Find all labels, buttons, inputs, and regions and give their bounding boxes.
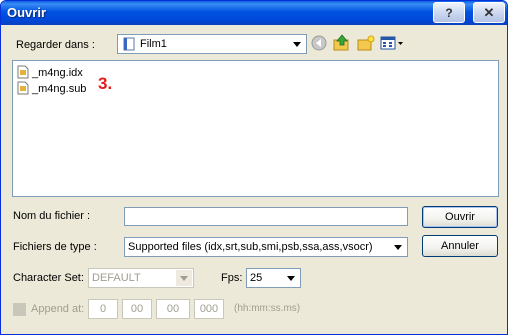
append-format-hint: (hh:mm:ss.ms): [234, 303, 301, 314]
up-folder-icon[interactable]: [332, 33, 352, 53]
list-item[interactable]: _m4ng.idx: [17, 65, 83, 81]
charset-value: DEFAULT: [92, 272, 141, 284]
filetype-value: Supported files (idx,srt,sub,smi,psb,ssa…: [128, 241, 373, 253]
append-minutes-field: 00: [122, 299, 152, 319]
charset-label: Character Set:: [13, 272, 84, 284]
look-in-dropdown[interactable]: Film1: [117, 34, 307, 54]
back-icon[interactable]: [309, 33, 329, 53]
file-icon: [17, 65, 29, 82]
file-list[interactable]: _m4ng.idx _m4ng.sub 3.: [12, 60, 499, 197]
file-name: _m4ng.sub: [32, 83, 87, 95]
filetype-label: Fichiers de type :: [13, 241, 97, 253]
fps-label: Fps:: [221, 272, 243, 284]
chevron-down-icon[interactable]: [289, 36, 305, 52]
look-in-value: Film1: [140, 38, 167, 50]
append-ms-field: 000: [194, 299, 224, 319]
open-button[interactable]: Ouvrir: [422, 206, 498, 228]
close-button[interactable]: ✕: [473, 2, 505, 23]
filename-input[interactable]: [124, 207, 408, 226]
look-in-label: Regarder dans :: [16, 39, 95, 51]
cancel-button[interactable]: Annuler: [422, 235, 498, 257]
fps-value: 25: [250, 272, 263, 284]
fps-dropdown[interactable]: 25: [246, 268, 301, 288]
append-seconds-field: 00: [156, 299, 190, 319]
filetype-dropdown[interactable]: Supported files (idx,srt,sub,smi,psb,ssa…: [124, 237, 408, 257]
annotation-label: 3.: [98, 74, 113, 93]
file-icon: [17, 81, 29, 98]
file-name: _m4ng.idx: [32, 67, 83, 79]
window-title: Ouvrir: [7, 5, 47, 20]
view-menu-icon[interactable]: [379, 33, 405, 53]
append-label: Append at:: [31, 303, 85, 315]
append-checkbox[interactable]: [13, 303, 26, 316]
chevron-down-icon[interactable]: [283, 270, 299, 286]
folder-icon: [122, 37, 136, 54]
charset-dropdown: DEFAULT: [88, 268, 194, 288]
new-folder-icon[interactable]: [356, 33, 376, 53]
append-hours-field: 0: [88, 299, 118, 319]
open-file-dialog: Ouvrir ? ✕ Regarder dans : Film1 _m4ng.i…: [0, 0, 508, 335]
filename-label: Nom du fichier :: [13, 210, 91, 222]
chevron-down-icon[interactable]: [390, 239, 406, 255]
list-item[interactable]: _m4ng.sub: [17, 81, 86, 97]
help-button[interactable]: ?: [433, 2, 465, 23]
title-bar[interactable]: Ouvrir ? ✕: [1, 1, 507, 25]
chevron-down-icon: [176, 270, 192, 286]
